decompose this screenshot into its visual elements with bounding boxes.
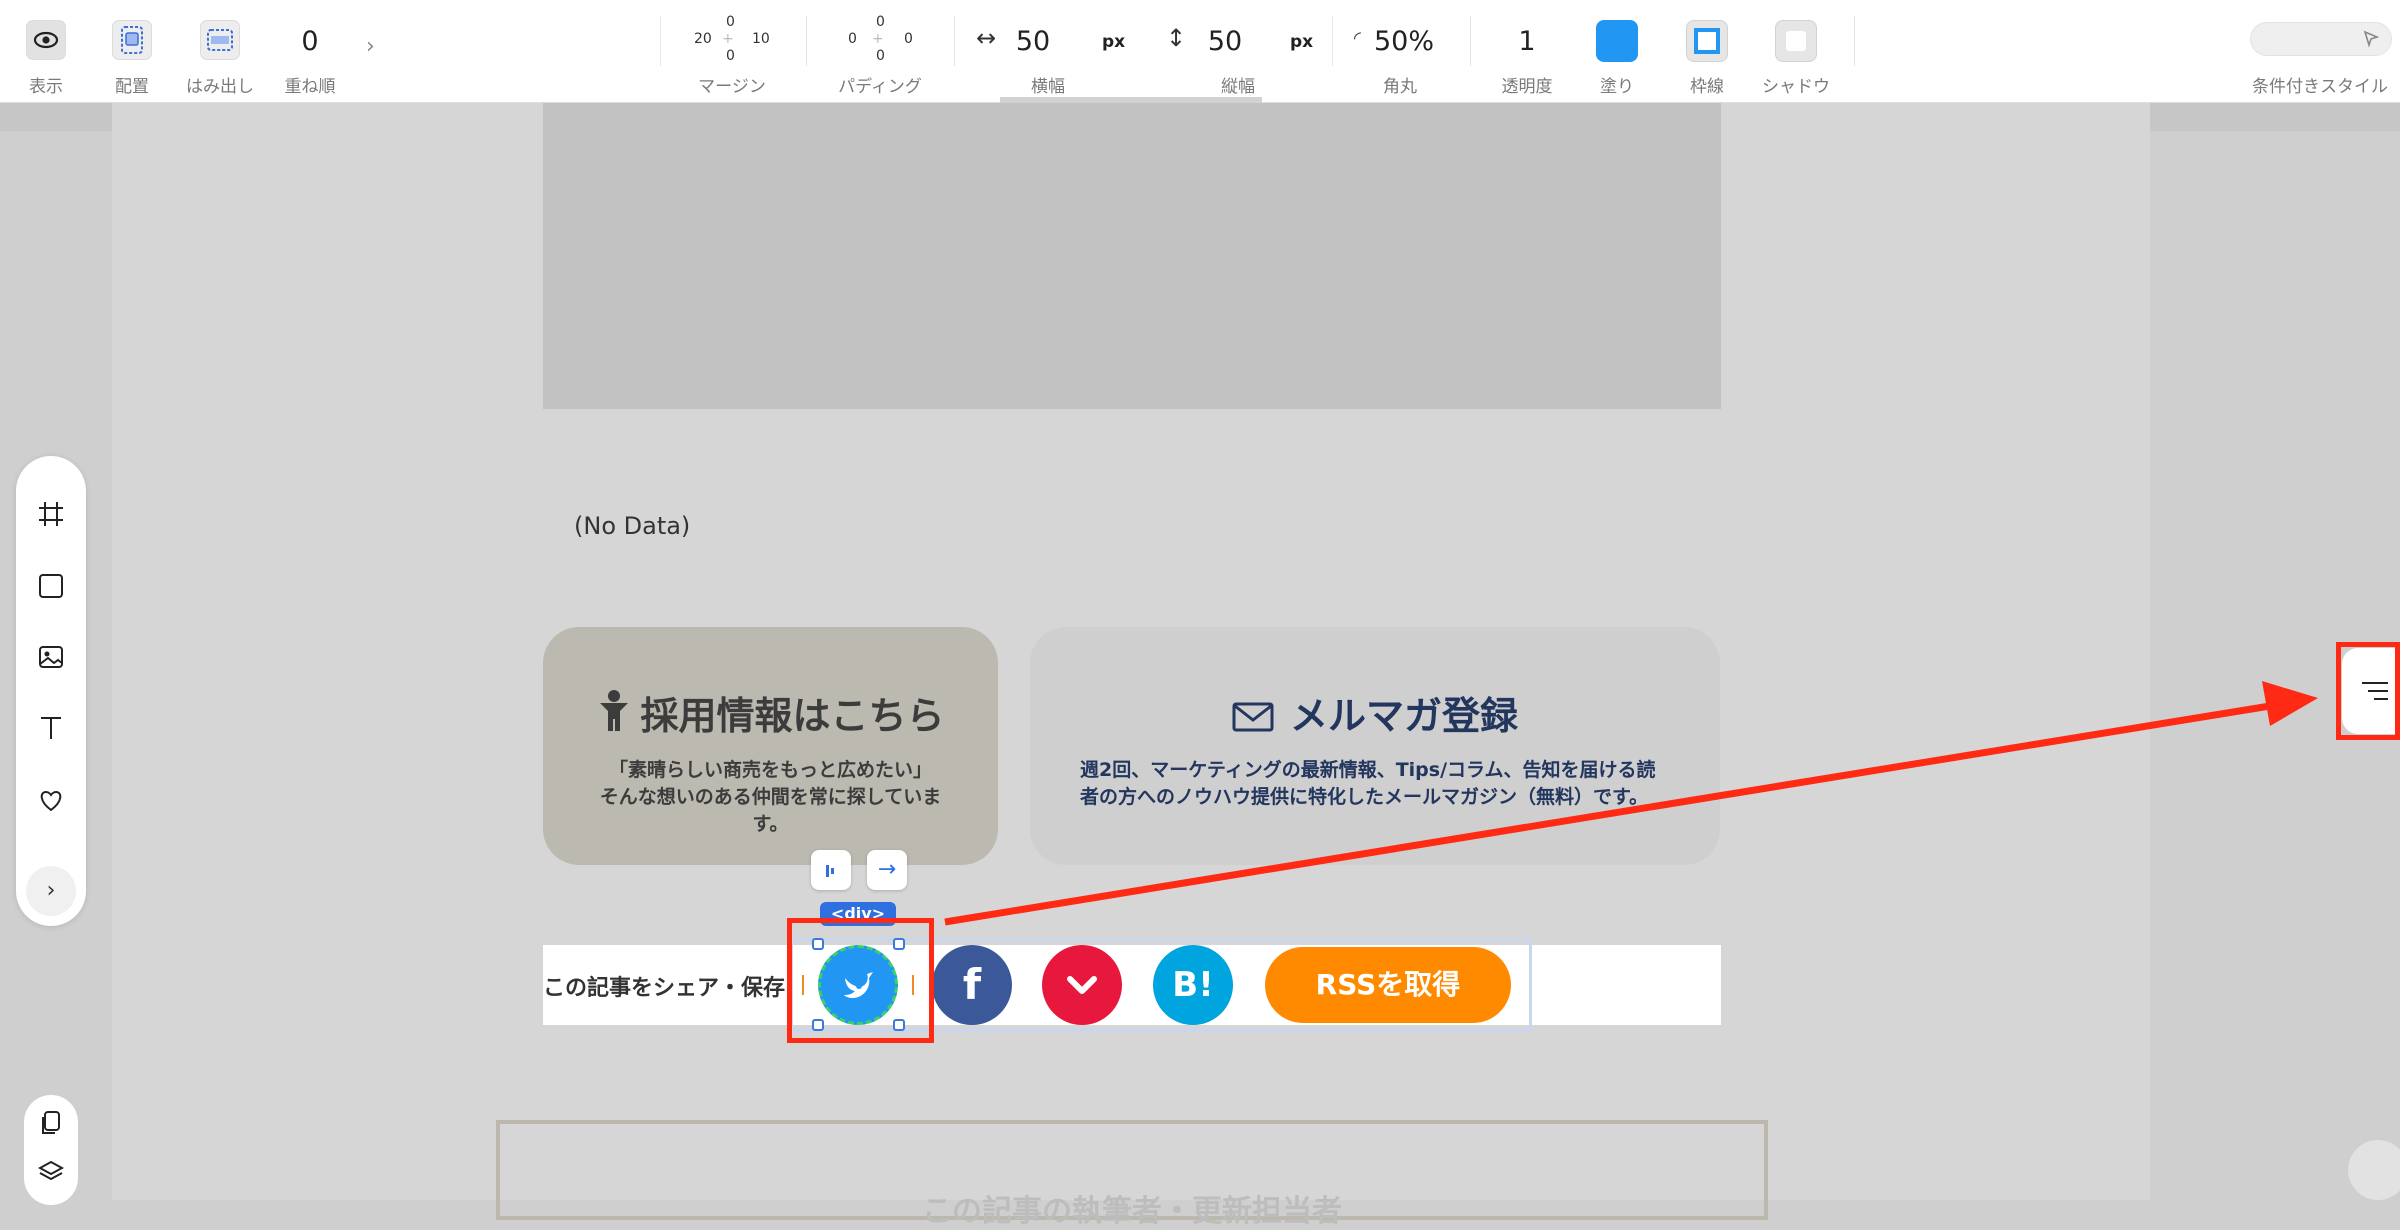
pages-icon[interactable] [38, 1109, 64, 1137]
chevron-right-icon: › [46, 878, 56, 903]
highlight-box-outline-toggle [2336, 642, 2400, 740]
image-icon[interactable] [37, 643, 65, 671]
text-icon[interactable] [37, 714, 65, 742]
help-button[interactable] [2348, 1140, 2400, 1200]
layers-icon[interactable] [38, 1159, 64, 1185]
palette-expand-button[interactable]: › [26, 866, 76, 916]
tool-palette: › [16, 456, 86, 926]
rectangle-icon[interactable] [37, 572, 65, 600]
bottom-palette [24, 1095, 78, 1205]
annotation-arrow [944, 681, 2318, 926]
heart-icon[interactable] [37, 786, 65, 814]
frame-icon[interactable] [37, 500, 65, 528]
